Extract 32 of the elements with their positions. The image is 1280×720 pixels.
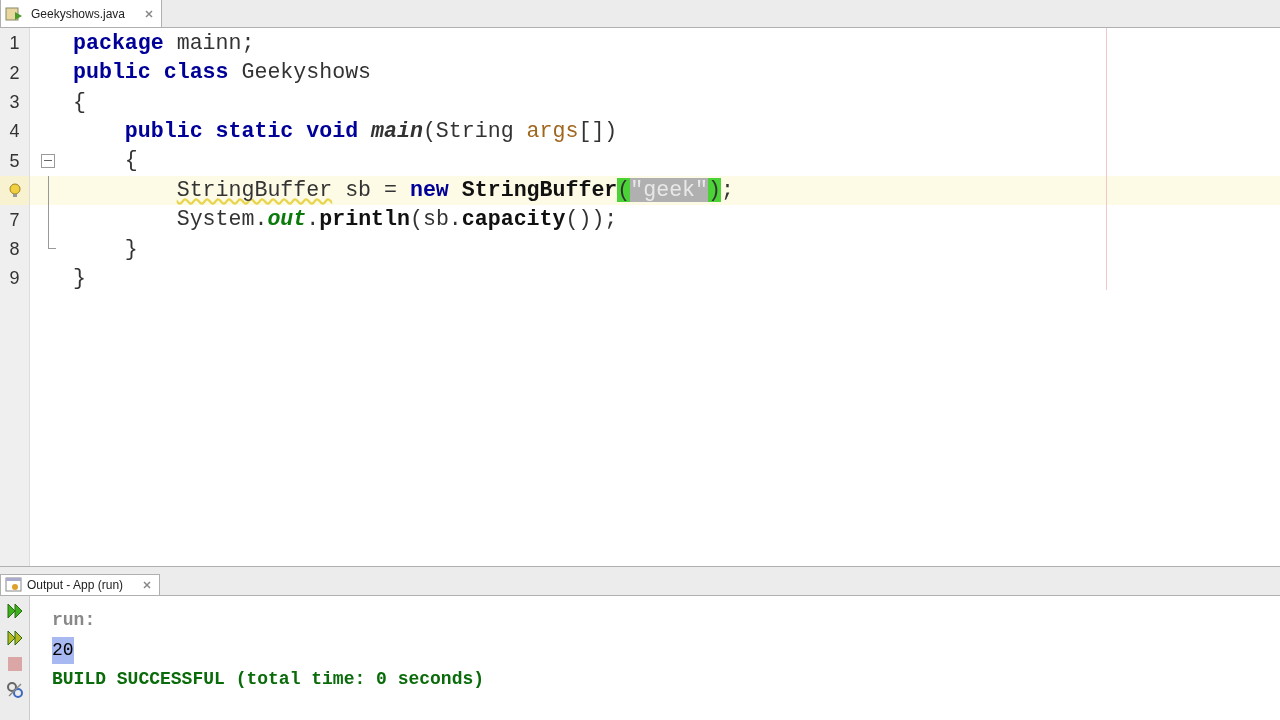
line-number: 2 xyxy=(9,61,20,85)
code-line: } xyxy=(123,238,138,261)
code-line: System.out.println(sb.capacity()); xyxy=(175,209,618,231)
code-line: } xyxy=(73,268,86,290)
editor-tab[interactable]: Geekyshows.java xyxy=(0,0,163,27)
close-icon[interactable] xyxy=(143,581,152,589)
settings-icon[interactable] xyxy=(5,681,24,699)
code-line: StringBuffer sb = new StringBuffer("geek"); xyxy=(175,179,734,202)
line-number: 1 xyxy=(9,32,20,56)
collapse-icon[interactable] xyxy=(41,153,55,168)
tab-title: Geekyshows.java xyxy=(31,5,126,23)
lightbulb-icon[interactable] xyxy=(7,182,22,199)
line-number: 8 xyxy=(9,237,20,261)
line-number: 3 xyxy=(9,90,20,114)
code-line: { xyxy=(73,91,86,114)
close-icon[interactable] xyxy=(145,9,154,18)
output-icon xyxy=(5,577,23,593)
output-line: run: xyxy=(52,609,96,633)
output-tab[interactable]: Output - App (run) xyxy=(0,574,161,595)
file-icon xyxy=(5,5,23,22)
code-line: package mainn; xyxy=(73,32,255,55)
output-line: BUILD SUCCESSFUL (total time: 0 seconds) xyxy=(52,668,485,692)
code-line: public static void main(String args[]) xyxy=(123,121,618,143)
rerun-icon[interactable] xyxy=(5,629,24,647)
rerun-icon[interactable] xyxy=(5,602,24,620)
line-number: 7 xyxy=(9,208,20,232)
tab-title: Output - App (run) xyxy=(27,577,124,594)
code-line: public class Geekyshows xyxy=(73,62,372,84)
line-number: 9 xyxy=(9,267,20,291)
line-number: 5 xyxy=(9,149,20,173)
line-number: 4 xyxy=(9,120,20,144)
code-line: { xyxy=(123,150,138,173)
